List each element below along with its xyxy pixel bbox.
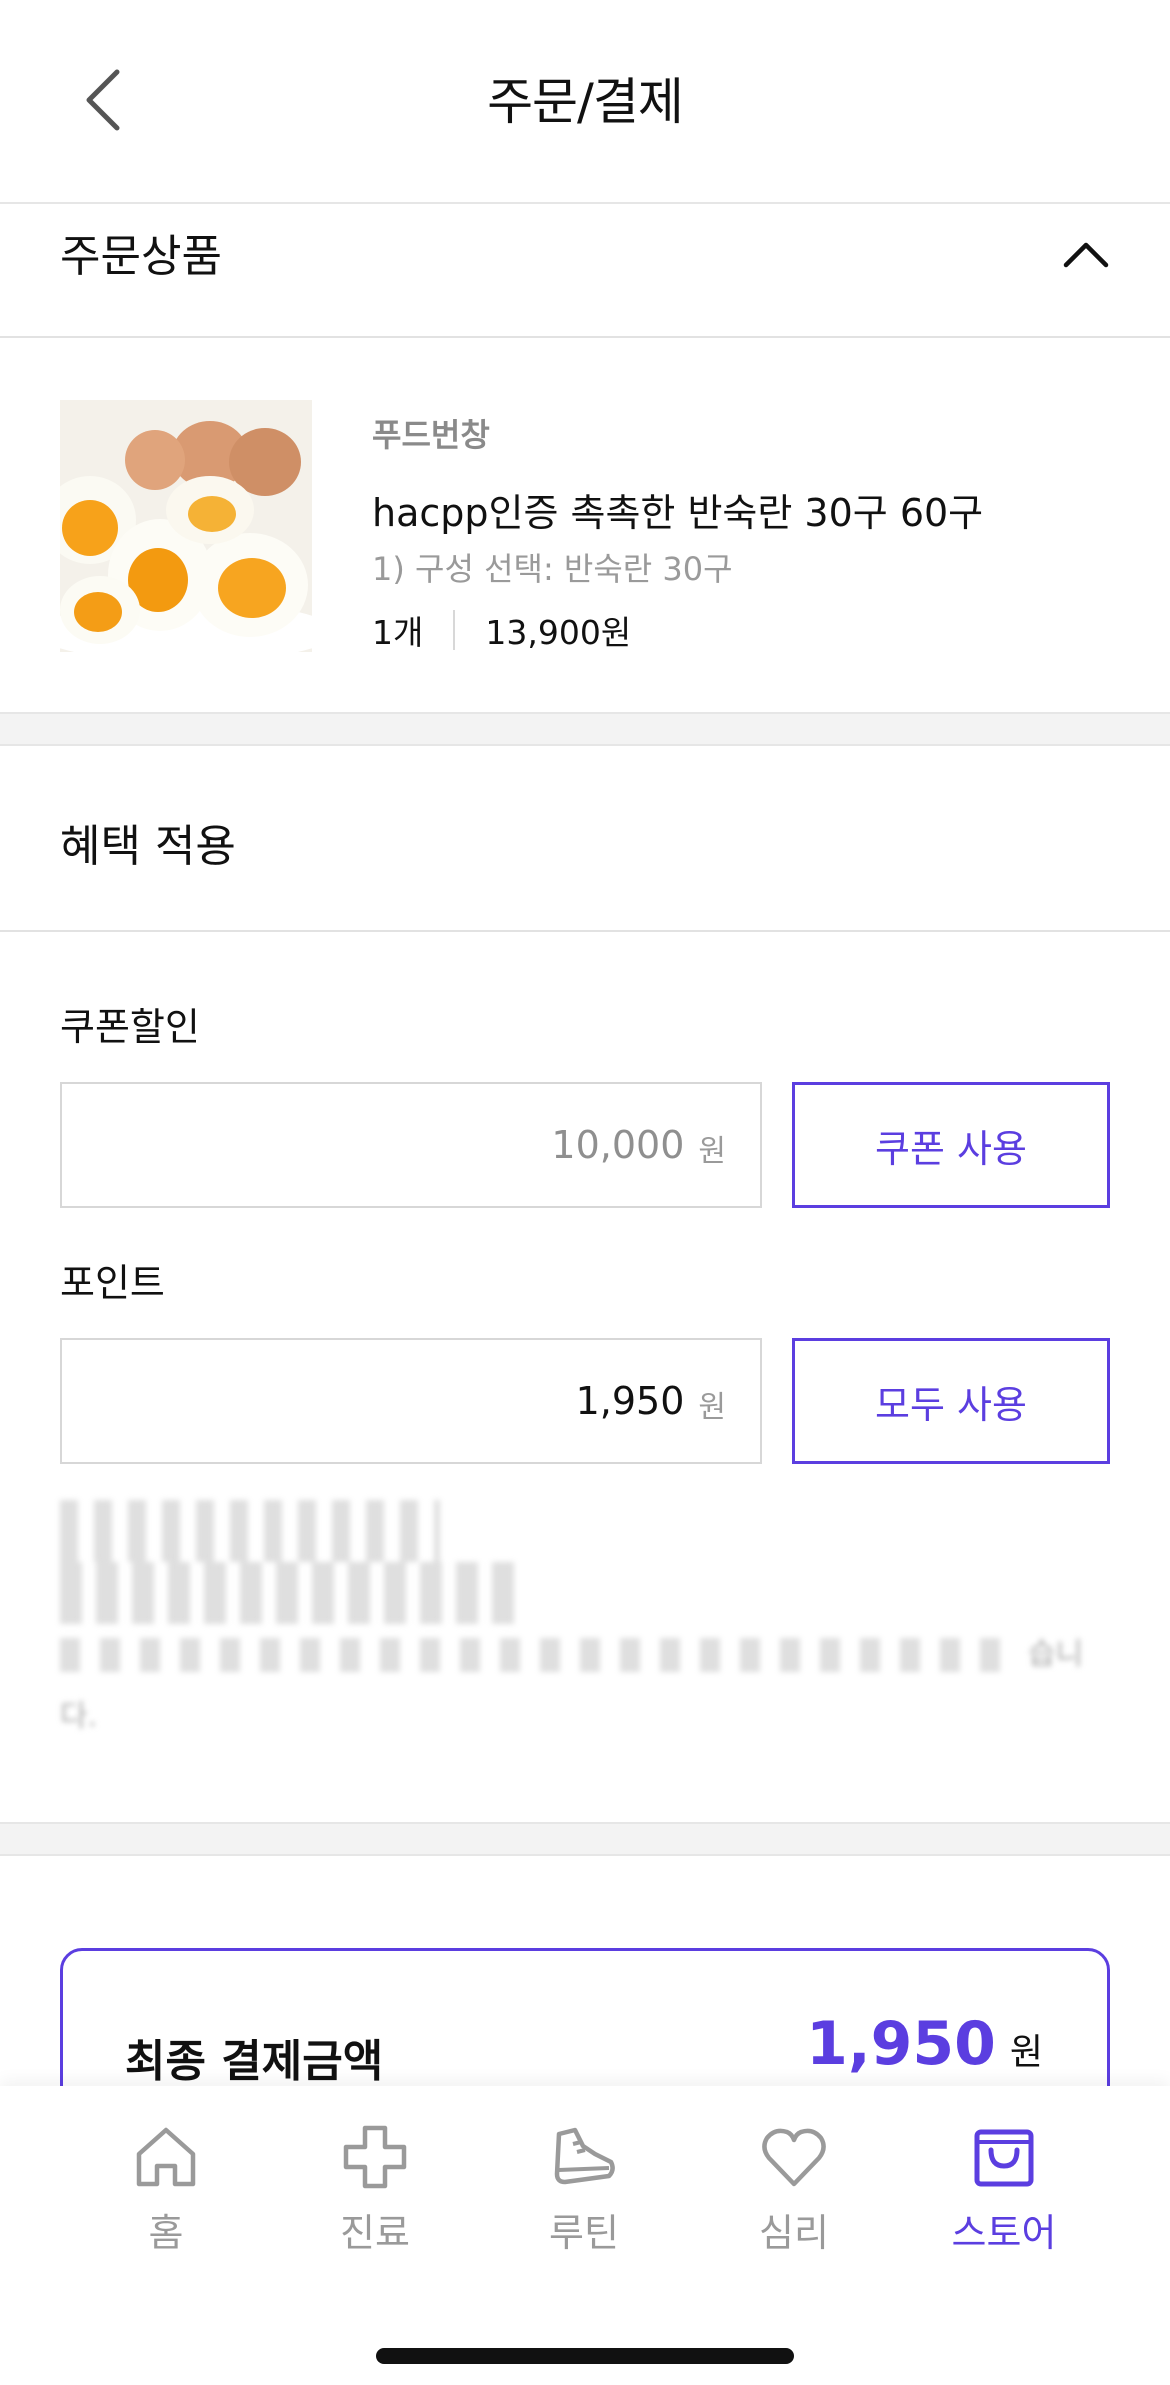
final-amount-value: 1,950: [806, 2009, 996, 2079]
final-amount-unit: 원: [1009, 2032, 1043, 2073]
tab-routine[interactable]: 루틴: [484, 2122, 684, 2262]
benefit-title: 혜택 적용: [60, 821, 236, 872]
header: 주문/결제: [0, 0, 1170, 204]
tab-treatment-label: 진료: [340, 2211, 410, 2255]
bottom-tab-bar: 홈 진료 루틴 심리 스토어: [0, 2086, 1170, 2385]
order-product-item: 푸드번창 hacpp인증 촉촉한 반숙란 30구 60구 1) 구성 선택: 반…: [0, 340, 1170, 712]
point-unit: 원: [698, 1390, 726, 1425]
coupon-discount-field[interactable]: 10,000 원: [60, 1082, 762, 1208]
final-amount: 1,950 원: [806, 2009, 1043, 2079]
use-coupon-button[interactable]: 쿠폰 사용: [792, 1082, 1110, 1208]
use-all-points-button[interactable]: 모두 사용: [792, 1338, 1110, 1464]
section-divider: [0, 1822, 1170, 1856]
coupon-label: 쿠폰할인: [60, 1005, 200, 1049]
home-indicator: [376, 2348, 794, 2364]
order-products-title: 주문상품: [60, 231, 222, 282]
notice-tail: 습니: [1028, 1637, 1084, 1672]
heart-icon: [762, 2128, 826, 2187]
chevron-up-icon: [1063, 242, 1109, 268]
product-brand: 푸드번창: [372, 416, 490, 454]
collapse-button[interactable]: [1056, 224, 1116, 284]
shopping-bag-icon: [974, 2129, 1034, 2187]
product-quantity: 1개: [372, 613, 424, 652]
point-label: 포인트: [60, 1261, 165, 1305]
benefit-header: 혜택 적용: [0, 746, 1170, 932]
tab-mind-label: 심리: [759, 2211, 829, 2255]
final-amount-label: 최종 결제금액: [125, 2036, 384, 2087]
point-value: 1,950: [575, 1379, 685, 1423]
plus-icon: [343, 2125, 407, 2189]
notice-tail-2: 다.: [60, 1699, 98, 1734]
page-title: 주문/결제: [487, 73, 684, 131]
tab-treatment[interactable]: 진료: [275, 2122, 475, 2262]
tab-home[interactable]: 홈: [66, 2122, 266, 2262]
product-option: 1) 구성 선택: 반숙란 30구: [372, 550, 733, 588]
tab-store-label: 스토어: [951, 2211, 1057, 2255]
order-payment-screen: 주문/결제 주문상품 푸드번창 hacpp인증 촉촉한 반숙란 30구 60구 …: [0, 0, 1170, 2385]
coupon-discount-value: 10,000: [551, 1123, 685, 1167]
tab-store[interactable]: 스토어: [904, 2122, 1104, 2262]
divider: [453, 610, 456, 650]
point-notice-blurred: 습니 다.: [60, 1500, 1090, 1748]
sneaker-icon: [554, 2127, 615, 2185]
quantity-price-line: 1개 13,900원: [372, 606, 631, 654]
section-divider: [0, 712, 1170, 746]
product-name: hacpp인증 촉촉한 반숙란 30구 60구: [372, 491, 984, 535]
home-icon: [136, 2127, 196, 2187]
order-products-header: 주문상품: [0, 206, 1170, 338]
tab-mind[interactable]: 심리: [694, 2122, 894, 2262]
point-input[interactable]: 1,950 원: [60, 1338, 762, 1464]
product-image: [60, 400, 312, 652]
product-price: 13,900원: [485, 613, 632, 652]
tab-home-label: 홈: [148, 2211, 184, 2255]
coupon-unit: 원: [698, 1134, 726, 1169]
tab-routine-label: 루틴: [549, 2211, 619, 2255]
